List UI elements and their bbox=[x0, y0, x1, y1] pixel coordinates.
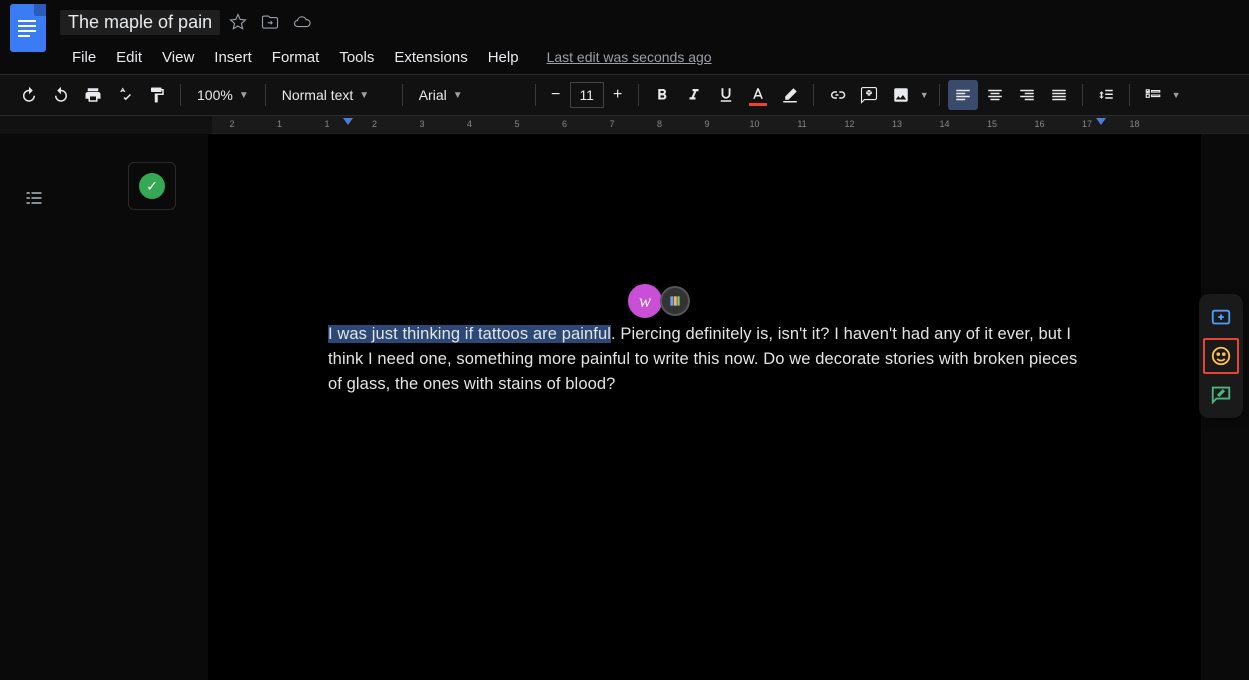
ruler-number: 16 bbox=[1034, 119, 1044, 129]
add-comment-side-button[interactable] bbox=[1203, 300, 1239, 336]
selected-text: I was just thinking if tattoos are painf… bbox=[328, 325, 611, 343]
menu-extensions[interactable]: Extensions bbox=[384, 45, 477, 70]
ruler-number: 11 bbox=[797, 119, 806, 129]
ruler-number: 1 bbox=[277, 119, 282, 129]
horizontal-ruler[interactable]: 21123456789101112131415161718 bbox=[212, 116, 1249, 134]
checkmark-icon: ✓ bbox=[139, 173, 165, 199]
document-title[interactable]: The maple of pain bbox=[60, 10, 220, 35]
outline-toggle-button[interactable] bbox=[18, 182, 50, 214]
menu-edit[interactable]: Edit bbox=[106, 45, 152, 70]
document-body-text[interactable]: I was just thinking if tattoos are painf… bbox=[328, 322, 1091, 396]
toolbar: 100%▼ Normal text▼ Arial▼ − + ▼ ▼ bbox=[0, 74, 1249, 116]
menu-tools[interactable]: Tools bbox=[329, 45, 384, 70]
highlight-color-button[interactable] bbox=[775, 80, 805, 110]
menu-help[interactable]: Help bbox=[478, 45, 529, 70]
ruler-number: 2 bbox=[229, 119, 234, 129]
add-comment-button[interactable] bbox=[854, 80, 884, 110]
menu-format[interactable]: Format bbox=[262, 45, 330, 70]
ruler-number: 17 bbox=[1082, 119, 1092, 129]
spellcheck-status-badge[interactable]: ✓ bbox=[128, 162, 176, 210]
undo-button[interactable] bbox=[14, 80, 44, 110]
ruler-number: 5 bbox=[514, 119, 519, 129]
text-color-button[interactable] bbox=[743, 80, 773, 110]
comment-tools-panel bbox=[1199, 294, 1243, 418]
ruler-number: 4 bbox=[467, 119, 472, 129]
checklist-button[interactable] bbox=[1138, 80, 1168, 110]
ruler-number: 10 bbox=[749, 119, 759, 129]
ruler-number: 13 bbox=[892, 119, 902, 129]
last-edit-link[interactable]: Last edit was seconds ago bbox=[547, 49, 712, 65]
ruler-number: 18 bbox=[1129, 119, 1139, 129]
menu-bar: File Edit View Insert Format Tools Exten… bbox=[0, 40, 1249, 74]
collaborator-badge-icon bbox=[660, 286, 690, 316]
cloud-status-icon[interactable] bbox=[288, 8, 316, 36]
menu-view[interactable]: View bbox=[152, 45, 204, 70]
suggest-edits-button[interactable] bbox=[1203, 376, 1239, 412]
ruler-number: 1 bbox=[324, 119, 329, 129]
underline-button[interactable] bbox=[711, 80, 741, 110]
print-button[interactable] bbox=[78, 80, 108, 110]
align-center-button[interactable] bbox=[980, 80, 1010, 110]
menu-file[interactable]: File bbox=[62, 45, 106, 70]
ruler-number: 6 bbox=[562, 119, 567, 129]
zoom-select[interactable]: 100%▼ bbox=[189, 80, 257, 110]
italic-button[interactable] bbox=[679, 80, 709, 110]
add-emoji-reaction-button[interactable] bbox=[1203, 338, 1239, 374]
ruler-right-indent[interactable] bbox=[1096, 118, 1106, 125]
document-page[interactable]: w I was just thinking if tattoos are pai… bbox=[208, 134, 1201, 680]
ruler-number: 3 bbox=[419, 119, 424, 129]
ruler-number: 14 bbox=[939, 119, 949, 129]
align-right-button[interactable] bbox=[1012, 80, 1042, 110]
more-tools-dropdown[interactable]: ▼ bbox=[1170, 90, 1183, 100]
ruler-first-line-indent[interactable] bbox=[343, 118, 353, 125]
bold-button[interactable] bbox=[647, 80, 677, 110]
align-justify-button[interactable] bbox=[1044, 80, 1074, 110]
insert-link-button[interactable] bbox=[822, 80, 852, 110]
insert-image-button[interactable] bbox=[886, 80, 916, 110]
line-spacing-button[interactable] bbox=[1091, 80, 1121, 110]
spellcheck-button[interactable] bbox=[110, 80, 140, 110]
collaborator-avatar[interactable]: w bbox=[626, 282, 664, 320]
font-family-select[interactable]: Arial▼ bbox=[411, 80, 527, 110]
star-icon[interactable] bbox=[224, 8, 252, 36]
paragraph-style-select[interactable]: Normal text▼ bbox=[274, 80, 394, 110]
menu-insert[interactable]: Insert bbox=[204, 45, 262, 70]
ruler-number: 8 bbox=[657, 119, 662, 129]
ruler-number: 2 bbox=[372, 119, 377, 129]
ruler-number: 15 bbox=[987, 119, 997, 129]
font-size-decrease[interactable]: − bbox=[544, 82, 568, 108]
ruler-number: 9 bbox=[704, 119, 709, 129]
font-size-increase[interactable]: + bbox=[606, 82, 630, 108]
ruler-number: 7 bbox=[609, 119, 614, 129]
paint-format-button[interactable] bbox=[142, 80, 172, 110]
font-size-input[interactable] bbox=[570, 82, 604, 108]
ruler-number: 12 bbox=[844, 119, 854, 129]
redo-button[interactable] bbox=[46, 80, 76, 110]
align-left-button[interactable] bbox=[948, 80, 978, 110]
move-icon[interactable] bbox=[256, 8, 284, 36]
docs-logo[interactable] bbox=[8, 2, 48, 54]
insert-image-dropdown[interactable]: ▼ bbox=[918, 90, 931, 100]
